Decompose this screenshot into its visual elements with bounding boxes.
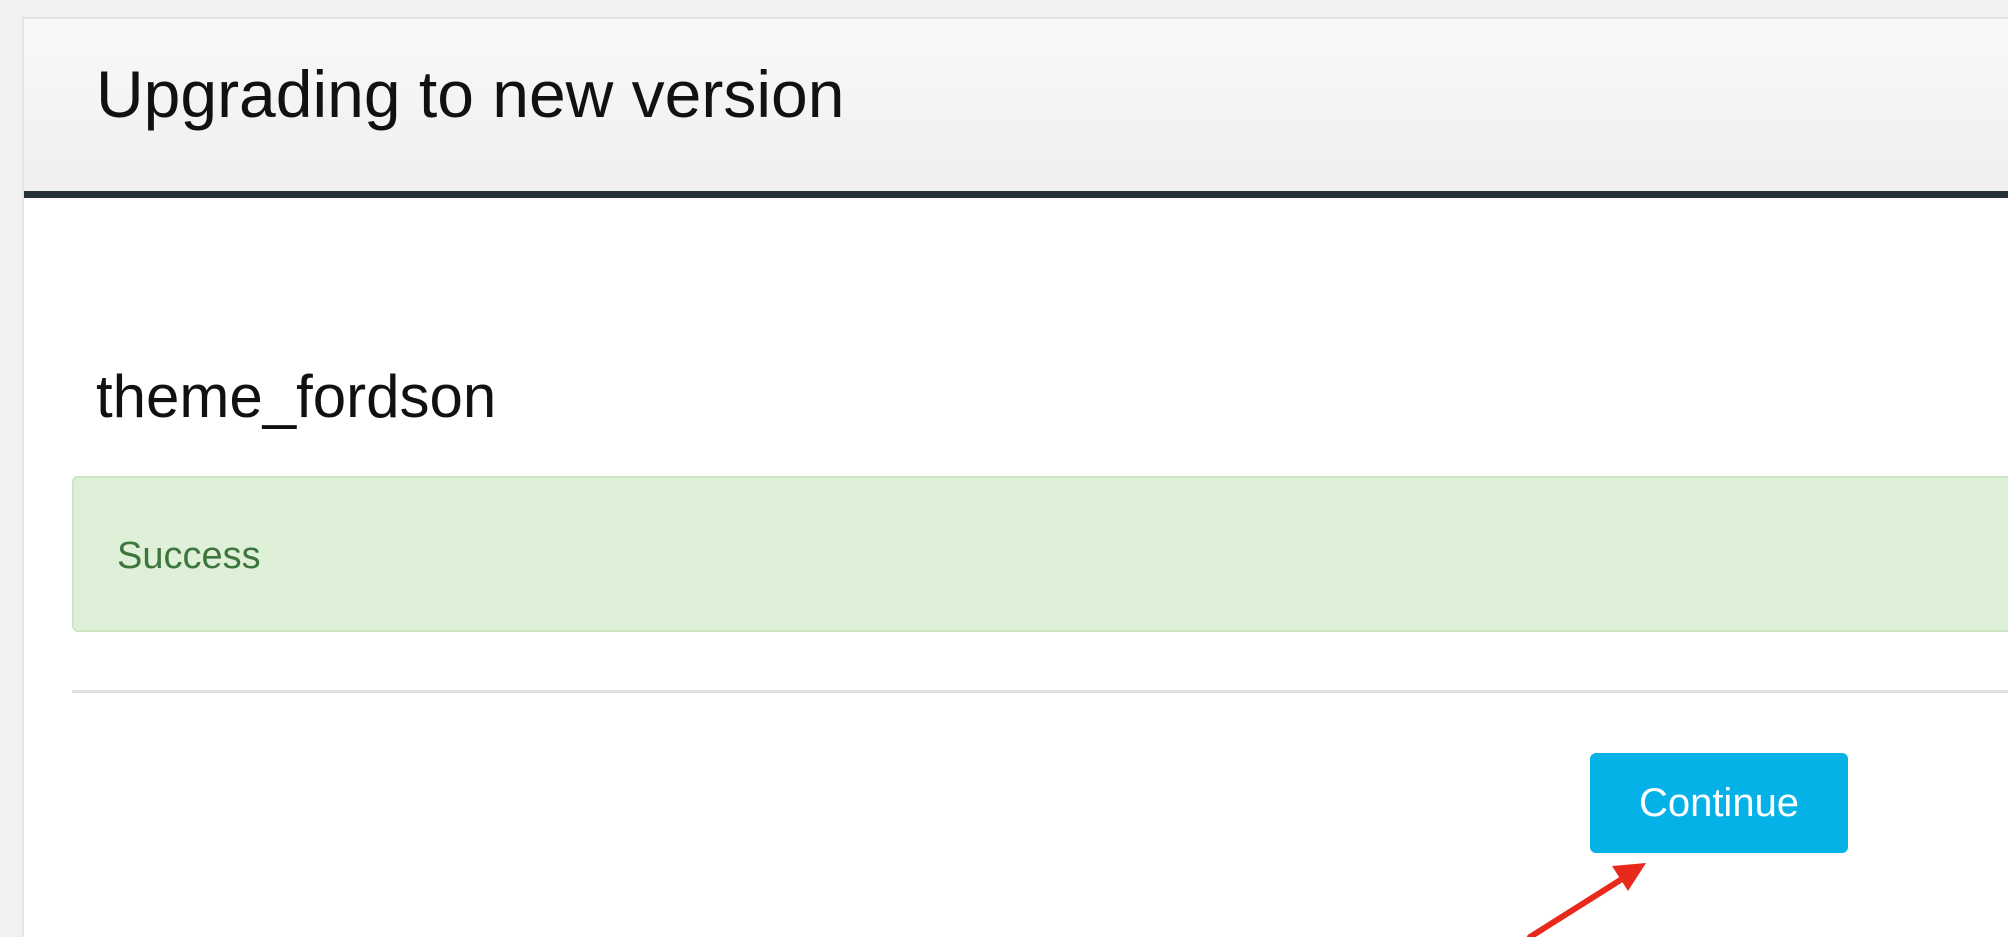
component-name: theme_fordson	[96, 363, 497, 430]
page-title: Upgrading to new version	[96, 57, 845, 131]
divider	[72, 690, 2008, 693]
success-alert: Success	[72, 476, 2008, 632]
success-message: Success	[117, 535, 261, 577]
page-header: Upgrading to new version	[24, 19, 2008, 198]
continue-button[interactable]: Continue	[1590, 753, 1848, 853]
